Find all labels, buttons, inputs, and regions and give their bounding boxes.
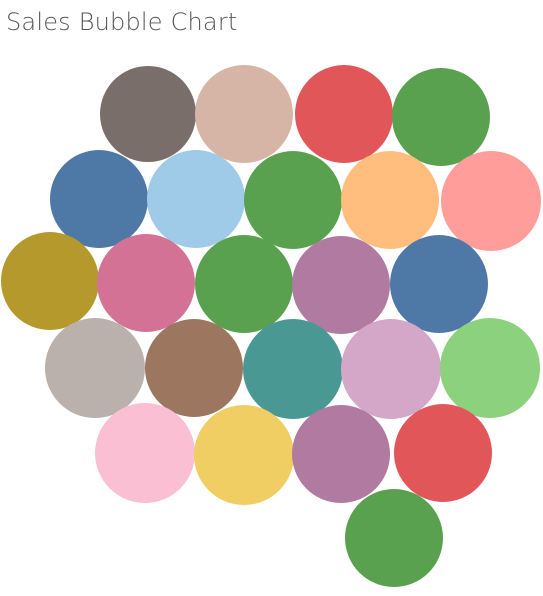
bubble-23[interactable] bbox=[394, 404, 492, 502]
bubble-20[interactable] bbox=[95, 403, 195, 503]
bubble-14[interactable] bbox=[390, 235, 488, 333]
bubble-8[interactable] bbox=[341, 151, 439, 249]
bubble-3[interactable] bbox=[295, 65, 393, 163]
bubble-4[interactable] bbox=[392, 68, 490, 166]
bubble-11[interactable] bbox=[97, 234, 195, 332]
bubble-15[interactable] bbox=[45, 318, 145, 418]
bubble-24[interactable] bbox=[345, 489, 443, 587]
bubble-9[interactable] bbox=[441, 151, 541, 251]
bubble-2[interactable] bbox=[195, 65, 293, 163]
bubble-17[interactable] bbox=[243, 319, 343, 419]
bubble-13[interactable] bbox=[292, 236, 390, 334]
bubble-22[interactable] bbox=[292, 405, 390, 503]
bubble-18[interactable] bbox=[341, 319, 441, 419]
bubble-21[interactable] bbox=[194, 405, 294, 505]
bubble-16[interactable] bbox=[145, 319, 243, 417]
bubble-12[interactable] bbox=[195, 235, 293, 333]
bubble-19[interactable] bbox=[440, 318, 540, 418]
bubble-7[interactable] bbox=[244, 151, 342, 249]
bubble-5[interactable] bbox=[50, 150, 148, 248]
bubble-1[interactable] bbox=[100, 66, 196, 162]
bubble-6[interactable] bbox=[147, 150, 245, 248]
bubble-10[interactable] bbox=[1, 232, 99, 330]
bubble-chart-plot bbox=[1, 65, 541, 587]
